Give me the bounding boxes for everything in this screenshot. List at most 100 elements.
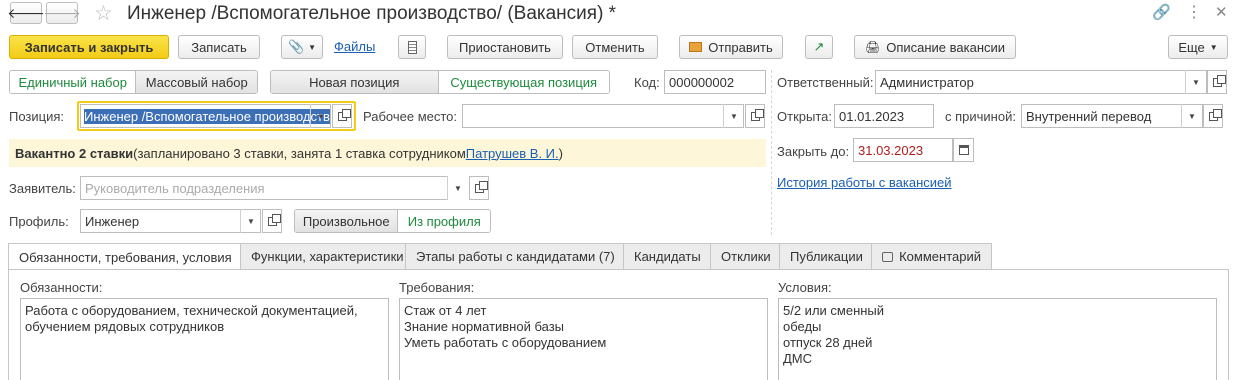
attach-button[interactable]: 📎 ▼: [281, 35, 323, 59]
profile-open-button[interactable]: [262, 209, 282, 233]
comment-icon: [882, 251, 894, 262]
conditions-label: Условия:: [778, 280, 832, 295]
chevron-down-icon: ▼: [308, 42, 317, 52]
menu-dots-icon[interactable]: ⋮: [1186, 2, 1202, 22]
close-by-field[interactable]: 31.03.2023: [853, 138, 953, 162]
close-by-value: 31.03.2023: [858, 142, 924, 158]
tab-stages[interactable]: Этапы работы с кандидатами (7): [405, 243, 624, 269]
conditions-line: 5/2 или сменный: [783, 303, 885, 318]
close-icon[interactable]: ✕: [1215, 3, 1228, 21]
applicant-field[interactable]: Руководитель подразделения: [80, 176, 448, 200]
open-external-button[interactable]: ↗: [805, 35, 833, 59]
open-icon: [267, 213, 281, 226]
responsible-field[interactable]: Администратор: [875, 70, 1207, 94]
calendar-icon: [958, 145, 969, 155]
conditions-textarea[interactable]: 5/2 или сменный обеды отпуск 28 дней ДМС: [778, 298, 1217, 380]
forward-button[interactable]: 🡒: [43, 2, 81, 24]
set-type-switch[interactable]: Единичный набор Массовый набор: [9, 70, 258, 94]
workplace-field[interactable]: [462, 104, 744, 128]
suspend-button[interactable]: Приостановить: [447, 35, 563, 59]
column-divider: [771, 70, 772, 235]
link-icon[interactable]: 🔗: [1152, 3, 1171, 21]
requirements-line: Стаж от 4 лет: [404, 303, 487, 318]
new-position-option[interactable]: Новая позиция: [271, 71, 439, 93]
duties-textarea[interactable]: Работа с оборудованием, технической доку…: [20, 298, 389, 380]
back-button[interactable]: 🡐: [7, 2, 45, 24]
history-link[interactable]: История работы с вакансией: [777, 175, 952, 190]
tab-bar: Обязанности, требования, условия Функции…: [8, 243, 992, 270]
send-button[interactable]: Отправить: [679, 35, 783, 59]
reason-field[interactable]: Внутренний перевод: [1021, 104, 1203, 128]
position-value: Инженер /Вспомогательное производство/: [84, 108, 330, 124]
tab-comment[interactable]: Комментарий: [871, 243, 992, 269]
open-icon: [750, 108, 764, 121]
conditions-line: отпуск 28 дней: [783, 335, 873, 350]
cancel-button[interactable]: Отменить: [572, 35, 658, 59]
vacancy-details-text: (запланировано 3 ставки, занята 1 ставка…: [133, 145, 466, 161]
requirements-textarea[interactable]: Стаж от 4 лет Знание нормативной базы Ум…: [399, 298, 768, 380]
vacancy-count-text: Вакантно 2 ставки: [15, 145, 134, 161]
tab-publications[interactable]: Публикации: [779, 243, 872, 269]
close-by-label: Закрыть до:: [777, 144, 850, 159]
position-type-switch[interactable]: Новая позиция Существующая позиция: [270, 70, 610, 94]
arrow-right-icon: 🡒: [43, 4, 81, 21]
favorite-star-icon[interactable]: ☆: [94, 1, 113, 26]
open-icon: [474, 180, 488, 193]
description-button[interactable]: 🖨 Описание вакансии: [854, 35, 1016, 59]
applicant-open-button[interactable]: [469, 176, 489, 200]
responsible-value: Администратор: [880, 74, 974, 90]
tab-candidates[interactable]: Кандидаты: [623, 243, 711, 269]
tab-functions[interactable]: Функции, характеристики: [240, 243, 406, 269]
more-label: Еще: [1178, 39, 1205, 55]
tab-duties[interactable]: Обязанности, требования, условия: [8, 243, 241, 270]
from-profile-option[interactable]: Из профиля: [398, 210, 490, 232]
reason-dropdown-icon[interactable]: ▼: [1181, 104, 1202, 128]
code-field[interactable]: 000000002: [664, 70, 766, 94]
calendar-button[interactable]: [953, 138, 974, 162]
duties-line: Работа с оборудованием, технической доку…: [25, 303, 358, 318]
workplace-open-button[interactable]: [745, 104, 765, 128]
report-button[interactable]: [398, 35, 426, 59]
tab-responses[interactable]: Отклики: [710, 243, 780, 269]
description-label: Описание вакансии: [886, 39, 1006, 55]
applicant-dropdown-icon[interactable]: ▼: [447, 176, 468, 200]
existing-position-option[interactable]: Существующая позиция: [438, 71, 609, 93]
vacancy-details-end: ): [558, 145, 563, 161]
single-set-option[interactable]: Единичный набор: [10, 71, 136, 93]
document-icon: [407, 40, 417, 54]
requirements-line: Уметь работать с оборудованием: [404, 335, 607, 350]
save-close-button[interactable]: Записать и закрыть: [9, 35, 169, 59]
window-title: Инженер /Вспомогательное производство/ (…: [127, 3, 617, 24]
profile-field[interactable]: Инженер: [80, 209, 261, 233]
responsible-open-button[interactable]: [1207, 70, 1227, 94]
opened-field[interactable]: 01.01.2023: [834, 104, 934, 128]
arbitrary-option[interactable]: Произвольное: [295, 210, 399, 232]
open-icon: [337, 108, 351, 121]
profile-mode-switch[interactable]: Произвольное Из профиля: [294, 209, 491, 233]
duties-label: Обязанности:: [20, 280, 103, 295]
profile-dropdown-icon[interactable]: ▼: [240, 209, 261, 233]
more-button[interactable]: Еще ▼: [1168, 35, 1228, 59]
open-icon: [1208, 108, 1222, 121]
workplace-label: Рабочее место:: [363, 109, 458, 124]
mass-set-option[interactable]: Массовый набор: [135, 71, 257, 93]
files-link[interactable]: Файлы: [334, 39, 375, 54]
applicant-label: Заявитель:: [9, 181, 76, 196]
arrow-left-icon: 🡐: [7, 4, 45, 21]
position-open-button[interactable]: [332, 104, 352, 128]
save-button[interactable]: Записать: [178, 35, 260, 59]
profile-value: Инженер: [85, 213, 140, 229]
chevron-down-icon: ▼: [1209, 42, 1218, 52]
profile-label: Профиль:: [9, 214, 69, 229]
position-field[interactable]: Инженер /Вспомогательное производство/: [80, 104, 331, 128]
employee-link[interactable]: Патрушев В. И.: [466, 146, 559, 161]
vacancy-info-bar: Вакантно 2 ставки (запланировано 3 ставк…: [9, 139, 766, 167]
requirements-label: Требования:: [399, 280, 475, 295]
workplace-dropdown-icon[interactable]: ▼: [723, 104, 744, 128]
conditions-line: ДМС: [783, 351, 813, 366]
send-label: Отправить: [708, 39, 773, 55]
position-dropdown-icon[interactable]: ▼: [310, 104, 331, 128]
opened-label: Открыта:: [777, 109, 832, 124]
reason-open-button[interactable]: [1203, 104, 1223, 128]
responsible-dropdown-icon[interactable]: ▼: [1185, 70, 1206, 94]
